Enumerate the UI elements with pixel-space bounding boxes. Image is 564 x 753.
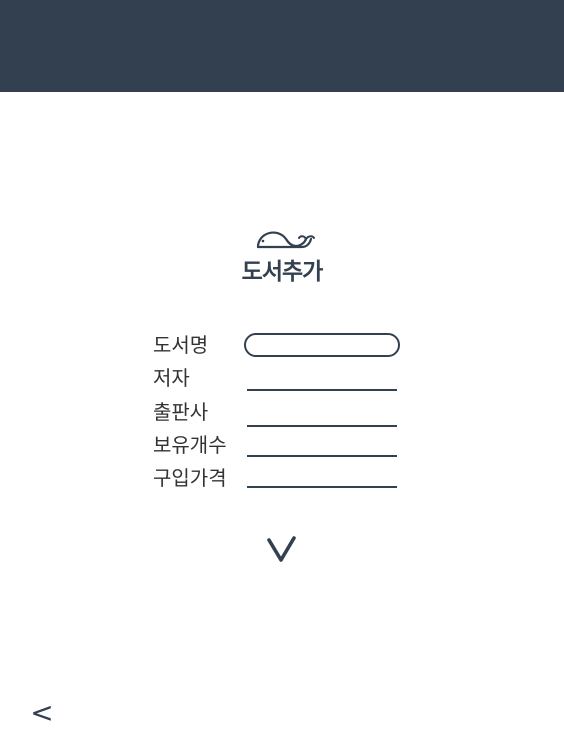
form-row-publisher: 출판사 bbox=[153, 400, 413, 430]
author-label: 저자 bbox=[153, 366, 190, 390]
add-book-page: 도서추가 도서명 저자 출판사 보유개수 구입가격 < bbox=[0, 0, 564, 753]
form-row-author: 저자 bbox=[153, 366, 413, 396]
stock-input[interactable] bbox=[247, 435, 397, 457]
title-label: 도서명 bbox=[153, 333, 209, 357]
price-input[interactable] bbox=[247, 466, 397, 488]
submit-button[interactable] bbox=[262, 530, 302, 570]
stock-label: 보유개수 bbox=[153, 433, 227, 457]
back-button[interactable]: < bbox=[28, 696, 56, 730]
page-title: 도서추가 bbox=[241, 259, 324, 285]
checkmark-icon bbox=[267, 536, 296, 562]
whale-logo-icon bbox=[256, 231, 315, 249]
header-bar bbox=[0, 0, 564, 92]
form-row-stock: 보유개수 bbox=[153, 433, 413, 463]
title-input[interactable] bbox=[244, 333, 400, 357]
form-row-title: 도서명 bbox=[153, 333, 413, 363]
publisher-input[interactable] bbox=[247, 405, 397, 427]
price-label: 구입가격 bbox=[153, 466, 227, 490]
form-row-price: 구입가격 bbox=[153, 466, 413, 496]
publisher-label: 출판사 bbox=[153, 400, 209, 424]
author-input[interactable] bbox=[247, 369, 397, 391]
